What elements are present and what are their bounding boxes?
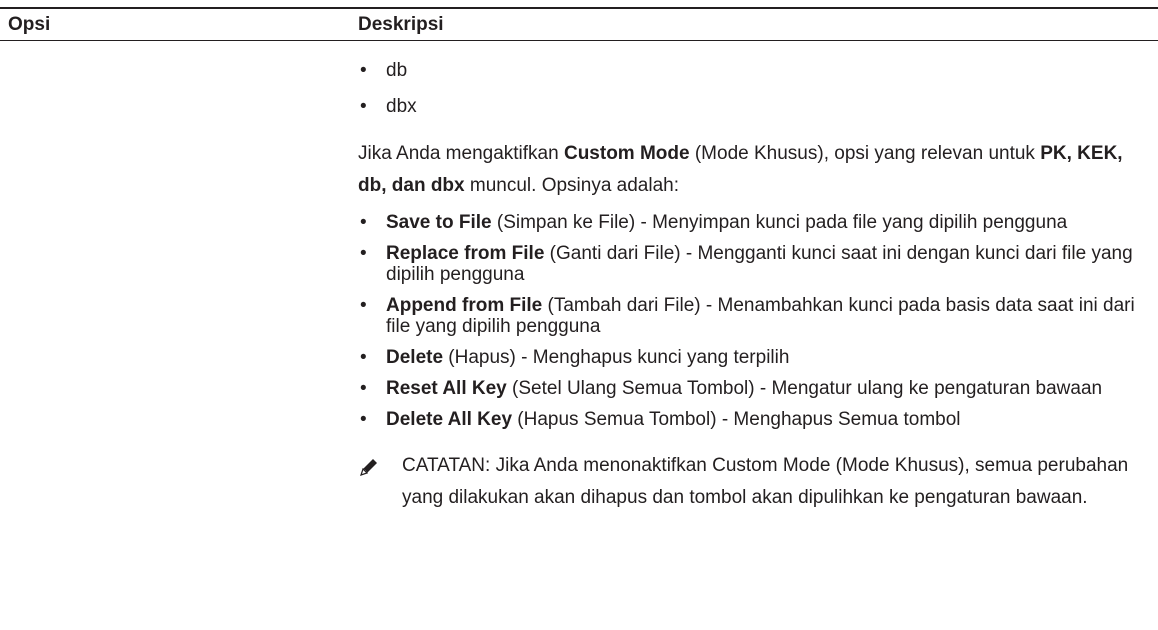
option-item: Delete (Hapus) - Menghapus kunci yang te… <box>358 347 1148 368</box>
option-name: Replace from File <box>386 243 545 264</box>
table-header-rule <box>0 40 1158 41</box>
option-item: Delete All Key (Hapus Semua Tombol) - Me… <box>358 409 1148 430</box>
list-item: db <box>358 58 1148 84</box>
options-list: Save to File (Simpan ke File) - Menyimpa… <box>358 212 1148 430</box>
key-list: db dbx <box>358 58 1148 120</box>
list-item: dbx <box>358 94 1148 120</box>
option-item: Replace from File (Ganti dari File) - Me… <box>358 243 1148 285</box>
column-header-option: Opsi <box>8 14 51 35</box>
option-item: Save to File (Simpan ke File) - Menyimpa… <box>358 212 1148 233</box>
pencil-icon <box>360 459 377 476</box>
option-desc: (Simpan ke File) - Menyimpan kunci pada … <box>491 212 1068 233</box>
option-name: Append from File <box>386 295 543 316</box>
option-name: Save to File <box>386 212 492 233</box>
option-desc: (Setel Ulang Semua Tombol) - Mengatur ul… <box>506 378 1103 399</box>
option-name: Reset All Key <box>386 378 507 399</box>
note-text: Jika Anda menonaktifkan Custom Mode (Mod… <box>402 455 1129 508</box>
paragraph-bold: Custom Mode <box>563 143 690 164</box>
paragraph-text: Jika Anda mengaktifkan <box>358 143 564 164</box>
option-item: Append from File (Tambah dari File) - Me… <box>358 295 1148 337</box>
note-label: CATATAN: <box>402 455 491 476</box>
column-header-description: Deskripsi <box>358 14 444 35</box>
custom-mode-paragraph: Jika Anda mengaktifkan Custom Mode (Mode… <box>358 138 1148 202</box>
option-item: Reset All Key (Setel Ulang Semua Tombol)… <box>358 378 1148 399</box>
table-top-rule <box>0 7 1158 9</box>
option-name: Delete <box>386 347 444 368</box>
option-desc: (Hapus) - Menghapus kunci yang terpilih <box>443 347 790 368</box>
paragraph-text: muncul. Opsinya adalah: <box>464 175 680 196</box>
note-box: CATATAN: Jika Anda menonaktifkan Custom … <box>358 450 1148 514</box>
option-desc: (Hapus Semua Tombol) - Menghapus Semua t… <box>512 409 961 430</box>
paragraph-text: (Mode Khusus), opsi yang relevan untuk <box>689 143 1041 164</box>
description-cell: db dbx Jika Anda mengaktifkan Custom Mod… <box>358 58 1148 514</box>
option-name: Delete All Key <box>386 409 513 430</box>
